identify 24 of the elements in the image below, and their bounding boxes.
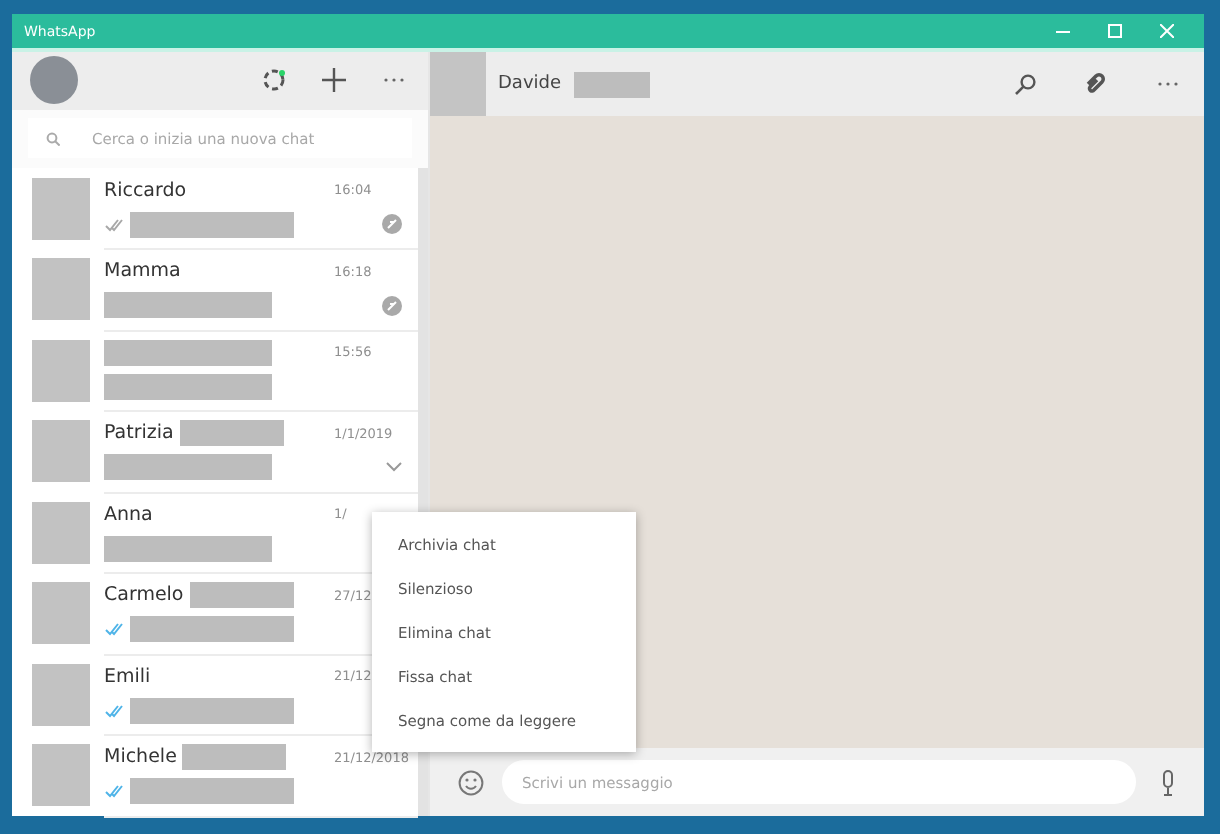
contact-name: Anna [104, 503, 153, 526]
chevron-down-icon[interactable] [386, 462, 402, 473]
contact-avatar [32, 177, 90, 240]
contact-avatar [32, 582, 90, 645]
contact-name: Davide [498, 74, 562, 94]
contact-avatar [32, 663, 90, 726]
close-icon[interactable] [1159, 24, 1173, 38]
contact-name: Michele [104, 746, 177, 769]
contact-name: Patrizia [104, 422, 174, 445]
plus-icon[interactable] [318, 64, 350, 97]
contact-avatar [32, 258, 90, 321]
search-icon [46, 131, 60, 146]
contact-avatar [32, 501, 90, 564]
contact-name: Riccardo [104, 179, 187, 202]
contact-avatar [430, 52, 486, 116]
profile-avatar[interactable] [30, 56, 78, 105]
smiley-icon[interactable] [454, 766, 486, 798]
contact-avatar [32, 420, 90, 483]
contact-name: Carmelo [104, 584, 184, 607]
contact-avatar [32, 744, 90, 807]
contact-name: Emili [104, 665, 151, 688]
maximize-icon[interactable] [1107, 24, 1121, 38]
contact-name: Mamma [104, 260, 181, 283]
contact-avatar [32, 339, 90, 402]
